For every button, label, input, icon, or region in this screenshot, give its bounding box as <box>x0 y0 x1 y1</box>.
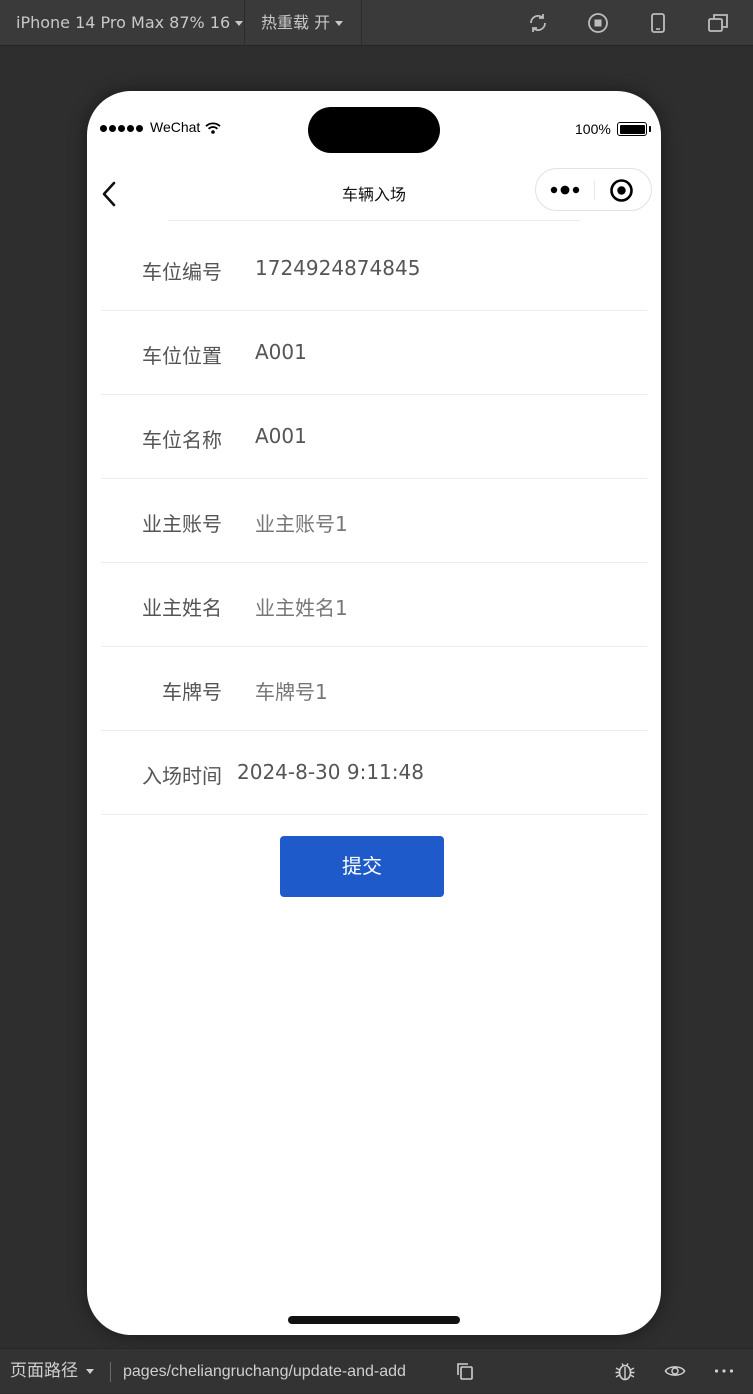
battery-nub <box>649 126 651 132</box>
stop-icon[interactable] <box>587 12 609 34</box>
plate-number-label: 车牌号 <box>162 680 222 704</box>
space-location-label: 车位位置 <box>142 344 222 368</box>
page-path-value: pages/cheliangruchang/update-and-add <box>123 1363 406 1380</box>
compile-icon[interactable] <box>527 12 549 34</box>
battery-icon <box>617 122 647 136</box>
toolbar-divider <box>361 0 362 46</box>
hot-reload-toggle[interactable]: 热重载 开 <box>261 0 344 46</box>
more-icon[interactable] <box>548 179 584 201</box>
device-selector-label: iPhone 14 Pro Max 87% 16 <box>16 13 231 32</box>
chevron-down-icon <box>235 21 244 26</box>
owner-account-field[interactable]: 业主账号1 <box>255 508 348 537</box>
owner-name-field[interactable]: 业主姓名1 <box>255 592 348 621</box>
form-row-space-name: 车位名称 A001 <box>101 395 647 479</box>
debug-icon[interactable] <box>614 1360 636 1382</box>
plate-number-field[interactable]: 车牌号1 <box>255 676 328 705</box>
page-path-bar: 页面路径 pages/cheliangruchang/update-and-ad… <box>0 1348 753 1393</box>
chevron-down-icon <box>86 1368 94 1374</box>
signal-icon <box>100 125 145 132</box>
menu-capsule <box>535 168 652 211</box>
page-path-selector[interactable]: 页面路径 <box>10 1349 94 1394</box>
owner-account-label: 业主账号 <box>142 512 222 536</box>
form-row-space-number: 车位编号 1724924874845 <box>101 227 647 311</box>
submit-button[interactable]: 提交 <box>280 836 444 897</box>
navigation-bar: 车辆入场 <box>87 167 661 221</box>
dynamic-island <box>308 107 440 153</box>
page-path-label: 页面路径 <box>10 1361 78 1381</box>
entry-time-label: 入场时间 <box>142 764 222 788</box>
device-icon[interactable] <box>647 12 669 34</box>
hot-reload-label: 热重载 开 <box>261 13 331 32</box>
wifi-icon <box>205 122 221 134</box>
battery-percentage: 100% <box>575 121 611 137</box>
space-location-field[interactable]: A001 <box>255 340 307 364</box>
device-selector[interactable]: iPhone 14 Pro Max 87% 16 <box>16 0 244 46</box>
form-row-owner-account: 业主账号 业主账号1 <box>101 479 647 563</box>
preview-eye-icon[interactable] <box>664 1360 686 1382</box>
capsule-divider <box>594 181 595 200</box>
form-row-entry-time: 入场时间 2024-8-30 9:11:48 <box>101 731 647 815</box>
form-row-owner-name: 业主姓名 业主姓名1 <box>101 563 647 647</box>
space-number-field[interactable]: 1724924874845 <box>255 256 420 280</box>
window-icon[interactable] <box>707 12 729 34</box>
owner-name-label: 业主姓名 <box>142 596 222 620</box>
toolbar-divider <box>244 0 245 46</box>
form-row-space-location: 车位位置 A001 <box>101 311 647 395</box>
carrier-name: WeChat <box>150 119 201 135</box>
navbar-divider <box>168 220 580 221</box>
space-name-field[interactable]: A001 <box>255 424 307 448</box>
close-miniprogram-icon[interactable] <box>609 178 634 203</box>
entry-time-picker[interactable]: 2024-8-30 9:11:48 <box>237 760 424 784</box>
home-indicator <box>288 1316 460 1324</box>
chevron-down-icon <box>335 21 344 26</box>
copy-icon[interactable] <box>455 1361 475 1381</box>
phone-simulator: WeChat 100% 车辆入场 车位编号 1724924874845 车位位置… <box>87 91 661 1335</box>
status-bar: WeChat 100% <box>87 91 661 167</box>
form-row-plate-number: 车牌号 车牌号1 <box>101 647 647 731</box>
space-name-label: 车位名称 <box>142 428 222 452</box>
simulator-toolbar: iPhone 14 Pro Max 87% 16 热重载 开 <box>0 0 753 46</box>
more-options-icon[interactable] <box>713 1360 735 1382</box>
parking-entry-form: 车位编号 1724924874845 车位位置 A001 车位名称 A001 业… <box>101 227 647 815</box>
space-number-label: 车位编号 <box>142 260 222 284</box>
path-divider <box>110 1362 111 1382</box>
